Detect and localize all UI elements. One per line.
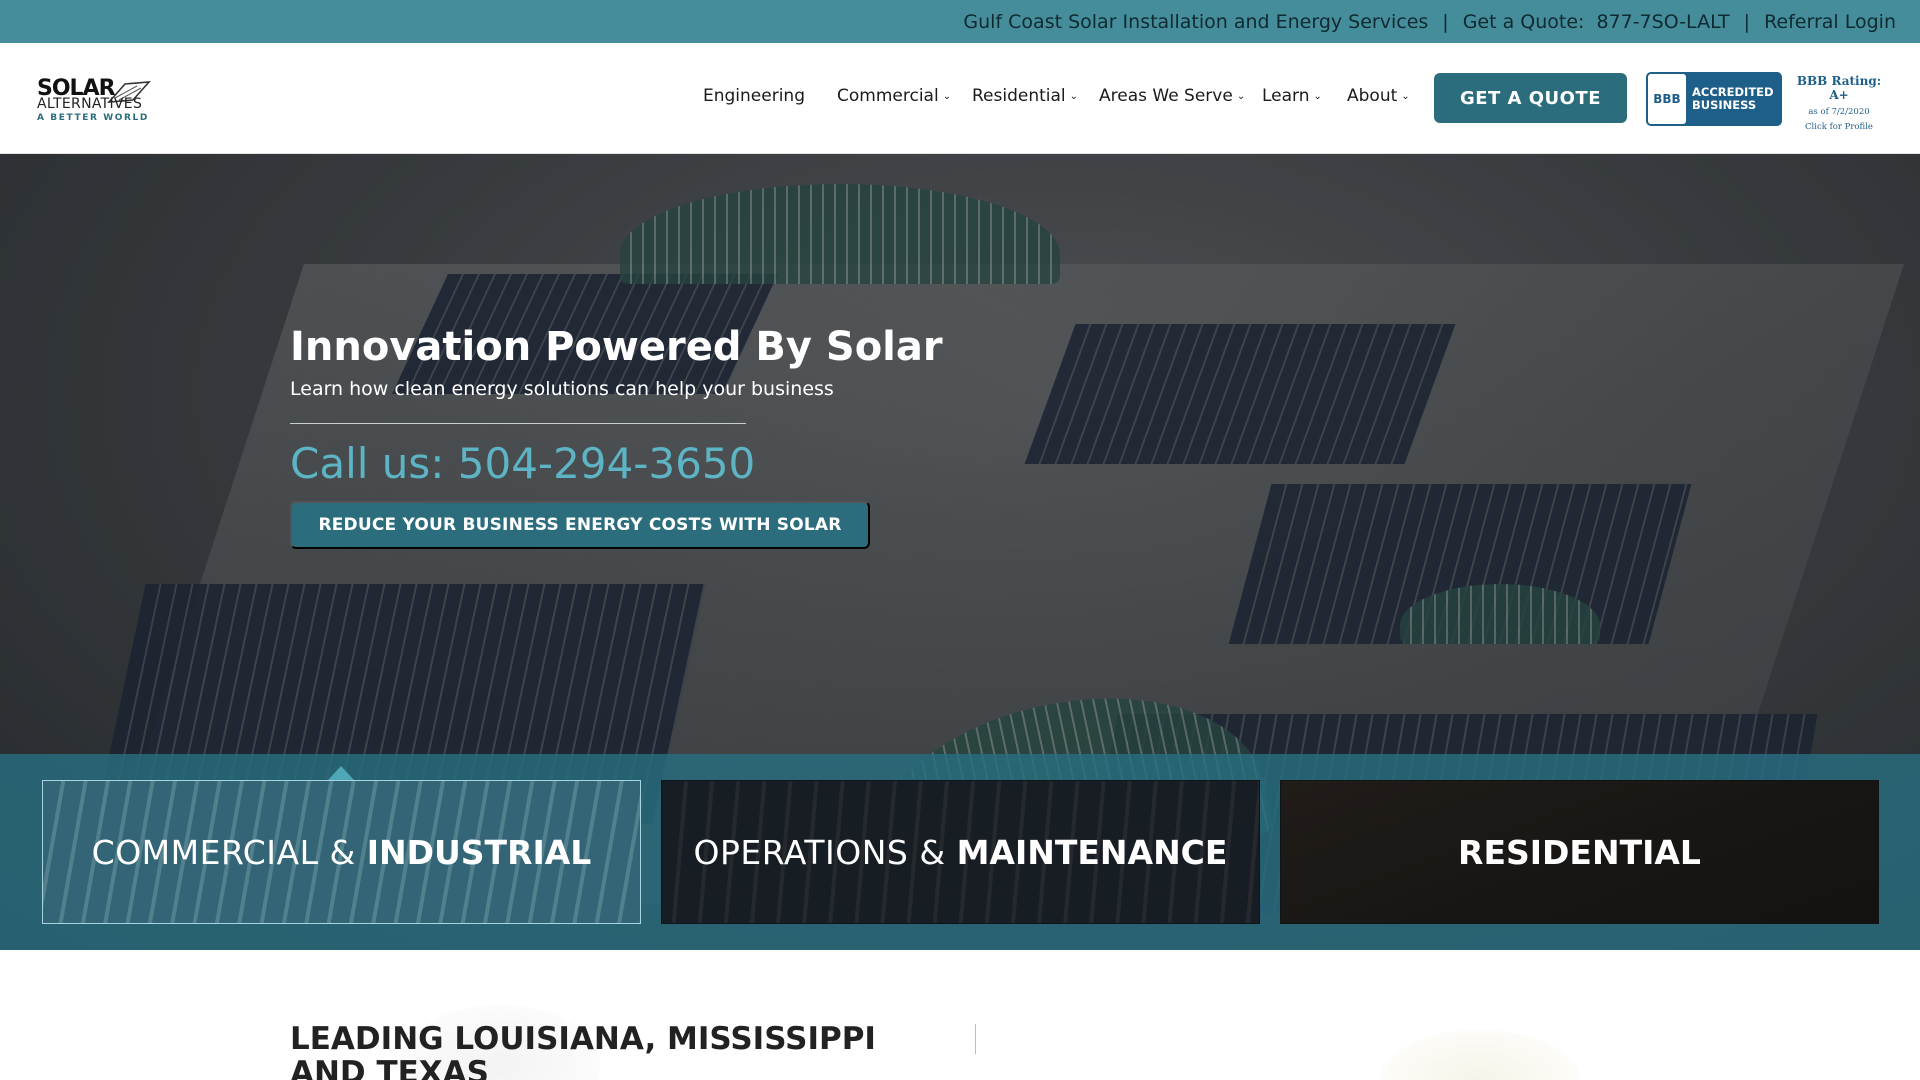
intro-heading: LEADING LOUISIANA, MISSISSIPPI AND TEXAS <box>290 1021 876 1080</box>
nav-item-engineering[interactable]: Engineering <box>703 86 805 106</box>
hero-divider <box>290 423 746 424</box>
hero-subtitle: Learn how clean energy solutions can hel… <box>290 378 834 400</box>
top-utility-bar: Gulf Coast Solar Installation and Energy… <box>0 0 1920 43</box>
bbb-rating: BBB Rating: A+ as of 7/2/2020 Click for … <box>1787 74 1891 132</box>
active-card-pointer <box>328 766 354 780</box>
nav-label: Commercial <box>837 86 939 106</box>
chevron-down-icon: ⌄ <box>1069 90 1079 102</box>
bbb-rating-value: BBB Rating: A+ <box>1796 74 1882 102</box>
nav-item-learn[interactable]: Learn ⌄ <box>1262 86 1322 106</box>
logo-word-alternatives: ALTERNATIVES <box>37 96 143 112</box>
reduce-energy-costs-button[interactable]: REDUCE YOUR BUSINESS ENERGY COSTS WITH S… <box>290 501 870 549</box>
card-label-bold: INDUSTRIAL <box>366 832 592 872</box>
card-label: RESIDENTIAL <box>1458 833 1701 872</box>
referral-login-link[interactable]: Referral Login <box>1764 11 1896 33</box>
quote-label: Get a Quote: <box>1462 10 1585 33</box>
get-a-quote-button[interactable]: GET A QUOTE <box>1434 73 1627 123</box>
bbb-logo-icon: BBB <box>1648 74 1686 124</box>
service-card-operations-maintenance[interactable]: OPERATIONS & MAINTENANCE <box>661 780 1260 924</box>
site-logo[interactable]: SOLAR ALTERNATIVES A BETTER WORLD <box>37 76 152 124</box>
separator: | <box>1442 10 1449 33</box>
service-card-commercial-industrial[interactable]: COMMERCIAL & INDUSTRIAL <box>42 780 641 924</box>
quote-phone-link[interactable]: 877-7SO-LALT <box>1596 11 1729 33</box>
nav-item-commercial[interactable]: Commercial ⌄ <box>837 86 951 106</box>
chevron-down-icon: ⌄ <box>1313 90 1322 102</box>
nav-label: About <box>1347 86 1398 106</box>
bbb-accreditation-badge[interactable]: BBB ACCREDITED BUSINESS BBB Rating: A+ a… <box>1646 72 1888 132</box>
logo-tagline: A BETTER WORLD <box>37 113 149 123</box>
card-label-thin: COMMERCIAL & <box>91 832 367 872</box>
chevron-down-icon: ⌄ <box>942 90 952 102</box>
nav-item-residential[interactable]: Residential ⌄ <box>972 86 1078 106</box>
intro-section <box>0 950 1920 1080</box>
chevron-down-icon: ⌄ <box>1236 90 1246 102</box>
nav-item-areas-we-serve[interactable]: Areas We Serve ⌄ <box>1099 86 1245 106</box>
site-header: SOLAR ALTERNATIVES A BETTER WORLD Engine… <box>0 43 1920 154</box>
card-label-bold: MAINTENANCE <box>956 832 1228 872</box>
bbb-seal: BBB ACCREDITED BUSINESS <box>1646 72 1782 126</box>
nav-label: Residential <box>972 86 1066 106</box>
bbb-seal-line2: BUSINESS <box>1692 98 1757 112</box>
hero-phone-link[interactable]: Call us: 504-294-3650 <box>290 439 755 488</box>
card-label: OPERATIONS & MAINTENANCE <box>694 833 1228 872</box>
card-label: COMMERCIAL & INDUSTRIAL <box>92 833 592 872</box>
nav-label: Areas We Serve <box>1099 86 1233 106</box>
bbb-seal-text: ACCREDITED BUSINESS <box>1692 86 1774 112</box>
nav-item-about[interactable]: About ⌄ <box>1347 86 1410 106</box>
bbb-profile-link[interactable]: Click for Profile <box>1787 122 1891 132</box>
bbb-rating-date: as of 7/2/2020 <box>1808 107 1870 117</box>
separator: | <box>1743 10 1751 33</box>
card-label-thin: OPERATIONS & <box>693 832 957 872</box>
hero-title: Innovation Powered By Solar <box>290 324 943 370</box>
card-label-bold: RESIDENTIAL <box>1458 832 1701 872</box>
vertical-divider <box>975 1024 976 1054</box>
nav-label: Engineering <box>703 86 805 106</box>
service-card-residential[interactable]: RESIDENTIAL <box>1280 780 1879 924</box>
tagline: Gulf Coast Solar Installation and Energy… <box>963 10 1429 33</box>
chevron-down-icon: ⌄ <box>1401 90 1410 102</box>
nav-label: Learn <box>1262 86 1310 106</box>
